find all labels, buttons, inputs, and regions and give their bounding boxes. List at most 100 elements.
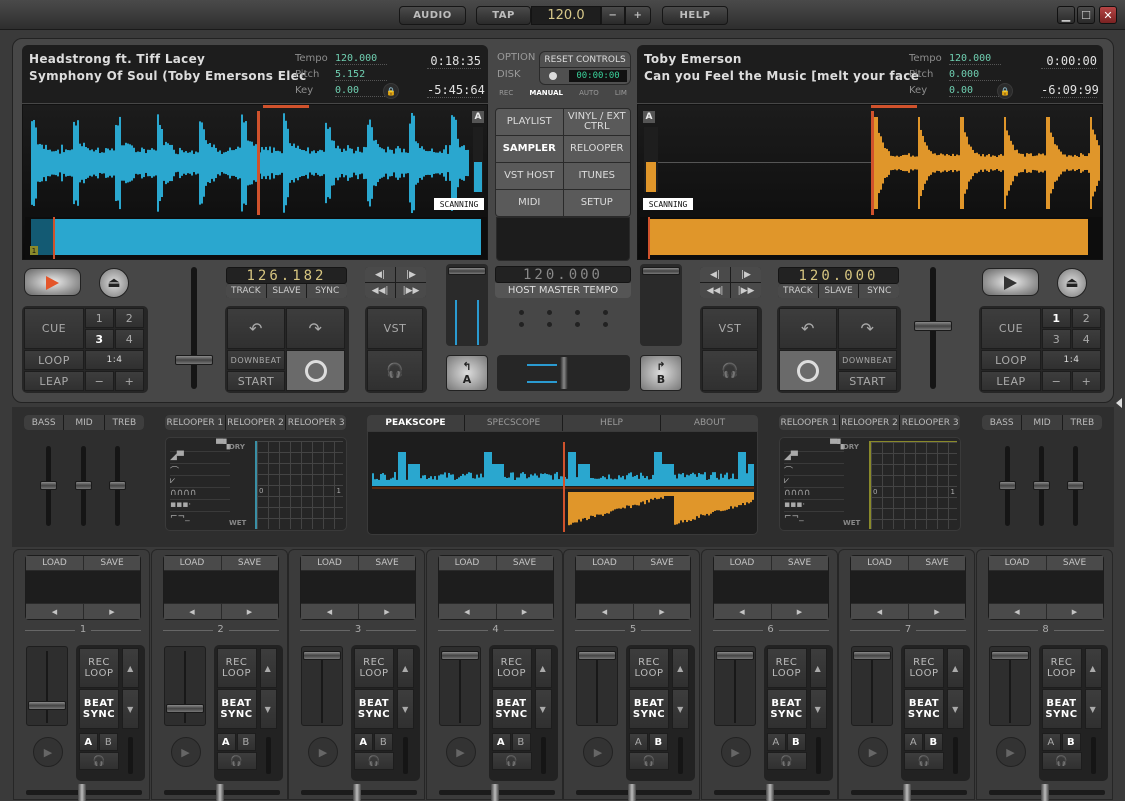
deck-b-hotcue-1[interactable]: 1 [1042,308,1071,328]
deck-b-sync-button[interactable]: SYNC [859,284,899,298]
deck-b-start-button[interactable]: START [838,371,897,391]
deck-a-loop-button[interactable]: LOOP [24,350,84,370]
deck-a-hotcue-3[interactable]: 3 [85,329,114,349]
deck-b-hotcue-3[interactable]: 3 [1042,329,1071,349]
sampler-rec-loop-button[interactable]: REC LOOP [216,648,257,688]
sampler-volume-handle[interactable] [303,651,341,660]
nudge-back-icon[interactable]: ◀| [365,267,395,282]
deck-b-cue-button[interactable]: CUE [981,308,1041,349]
deck-a-hotcue-1[interactable]: 1 [85,308,114,328]
sampler-volume-handle[interactable] [578,651,616,660]
fx-curve-a-button[interactable]: ↰ A [446,355,488,391]
tap-button[interactable]: TAP [476,6,531,25]
sampler-volume-fader[interactable] [301,646,343,726]
deck-a-vst-button[interactable]: VST [367,308,423,349]
sampler-pan-handle[interactable] [903,784,911,801]
sampler-pitch-up-button[interactable]: ▲ [122,648,139,688]
nav-vst-host[interactable]: VST HOST [496,163,563,189]
deck-a-redo-icon[interactable]: ↷ [286,308,345,349]
sampler-headphone-cue[interactable]: 🎧 [354,752,394,770]
sampler-prev-button[interactable]: ◀ [438,604,496,619]
sampler-beat-sync-button[interactable]: BEAT SYNC [354,689,394,729]
deck-a-pitch[interactable]: 5.152 [335,69,387,81]
sampler-volume-fader[interactable] [438,646,481,726]
sampler-headphone-cue[interactable]: 🎧 [629,752,669,770]
sampler-volume-fader[interactable] [26,646,68,726]
key-lock-icon[interactable]: 🔒 [997,83,1013,99]
deck-b-redo-icon[interactable]: ↷ [838,308,897,349]
sampler-rec-loop-button[interactable]: REC LOOP [766,648,807,688]
sampler-play-button[interactable]: ▶ [308,737,338,767]
relooper-2-tab[interactable]: RELOOPER 2 [839,415,900,430]
highpass-filter-icon[interactable]: ◢▀ [170,452,230,464]
sampler-pitch-down-button[interactable]: ▼ [672,689,689,729]
sampler-next-button[interactable]: ▶ [771,604,828,619]
deck-b-hotcue-4[interactable]: 4 [1072,329,1101,349]
sampler-volume-fader[interactable] [163,646,206,726]
sampler-pitch-down-button[interactable]: ▼ [947,689,964,729]
deck-a-eq-bass-handle[interactable] [40,481,57,490]
sampler-volume-handle[interactable] [165,703,204,713]
sampler-volume-fader[interactable] [576,646,618,726]
deck-b-headphone-cue[interactable]: 🎧 [702,350,758,391]
sampler-rec-loop-button[interactable]: REC LOOP [1041,648,1082,688]
collapse-arrow-icon[interactable] [1116,398,1122,408]
sampler-volume-handle[interactable] [990,651,1029,660]
sampler-save-button[interactable]: SAVE [1046,556,1103,570]
sampler-rec-loop-button[interactable]: REC LOOP [354,648,394,688]
bpm-plus-button[interactable]: + [625,6,651,25]
sampler-assign-a[interactable]: A [491,733,511,751]
deck-b-eq-mid-handle[interactable] [1033,481,1050,490]
relooper-1-tab[interactable]: RELOOPER 1 [165,415,225,430]
sampler-pan-handle[interactable] [765,784,774,801]
deck-a-start-button[interactable]: START [227,371,285,391]
sampler-pan-handle[interactable] [628,784,636,801]
deck-b-pitch-slider-handle[interactable] [914,321,952,331]
sampler-beat-sync-button[interactable]: BEAT SYNC [491,689,532,729]
sampler-assign-b[interactable]: B [99,733,118,751]
nudge-forward-icon[interactable]: |▶ [396,267,426,282]
sampler-headphone-cue[interactable]: 🎧 [904,752,944,770]
deck-b-undo-icon[interactable]: ↶ [779,308,837,349]
sampler-next-button[interactable]: ▶ [909,604,965,619]
sampler-volume-fader[interactable] [851,646,893,726]
sampler-assign-b[interactable]: B [1061,733,1081,751]
deck-a-leap-minus[interactable]: − [85,371,114,391]
cue-marker[interactable]: 1 [30,246,38,255]
deck-b-slave-button[interactable]: SLAVE [818,284,859,298]
sampler-play-button[interactable]: ▶ [858,737,888,767]
deck-b-eq-treb-handle[interactable] [1067,481,1084,490]
help-button[interactable]: HELP [662,6,728,25]
sampler-pitch-down-button[interactable]: ▼ [397,689,414,729]
sampler-prev-button[interactable]: ◀ [988,604,1046,619]
relooper-3-tab[interactable]: RELOOPER 3 [900,415,960,430]
lowpass-filter-icon[interactable]: ▀▚ [784,440,844,452]
sampler-next-button[interactable]: ▶ [496,604,553,619]
sampler-next-button[interactable]: ▶ [634,604,690,619]
deck-a-leap-button[interactable]: LEAP [24,371,84,391]
key-lock-icon[interactable]: 🔒 [383,83,399,99]
deck-a-sync-button[interactable]: SYNC [307,284,347,298]
reset-controls-button[interactable]: RESET CONTROLS [540,52,630,68]
sampler-beat-sync-button[interactable]: BEAT SYNC [79,689,119,729]
deck-a-pitch-slider-track[interactable] [191,267,197,389]
sampler-play-button[interactable]: ▶ [445,737,476,767]
deck-a-waveform-graphic[interactable] [23,105,489,261]
sampler-play-button[interactable]: ▶ [720,737,751,767]
deck-a-volume-handle[interactable] [448,267,486,275]
stepped-filter-icon[interactable]: ⌐¬_ [170,512,230,524]
sampler-headphone-cue[interactable]: 🎧 [766,752,807,770]
sampler-pan-handle[interactable] [215,784,224,801]
nav-vinyl-ext-ctrl[interactable]: VINYL / EXT CTRL [563,109,630,135]
sampler-load-button[interactable]: LOAD [438,556,496,570]
crossfader-handle[interactable] [560,357,568,389]
lowpass-filter-icon[interactable]: ▀▚ [170,440,230,452]
sampler-load-button[interactable]: LOAD [26,556,83,570]
disk-record-icon[interactable] [549,72,557,80]
deck-a-slave-button[interactable]: SLAVE [266,284,307,298]
deck-a-volume-fader[interactable] [446,264,488,346]
sampler-beat-sync-button[interactable]: BEAT SYNC [1041,689,1082,729]
deck-a-xy-pad[interactable]: 0 1 [255,441,343,529]
notch-filter-icon[interactable]: ⩗ [784,476,844,488]
skip-back-icon[interactable]: ◀◀| [365,283,395,298]
